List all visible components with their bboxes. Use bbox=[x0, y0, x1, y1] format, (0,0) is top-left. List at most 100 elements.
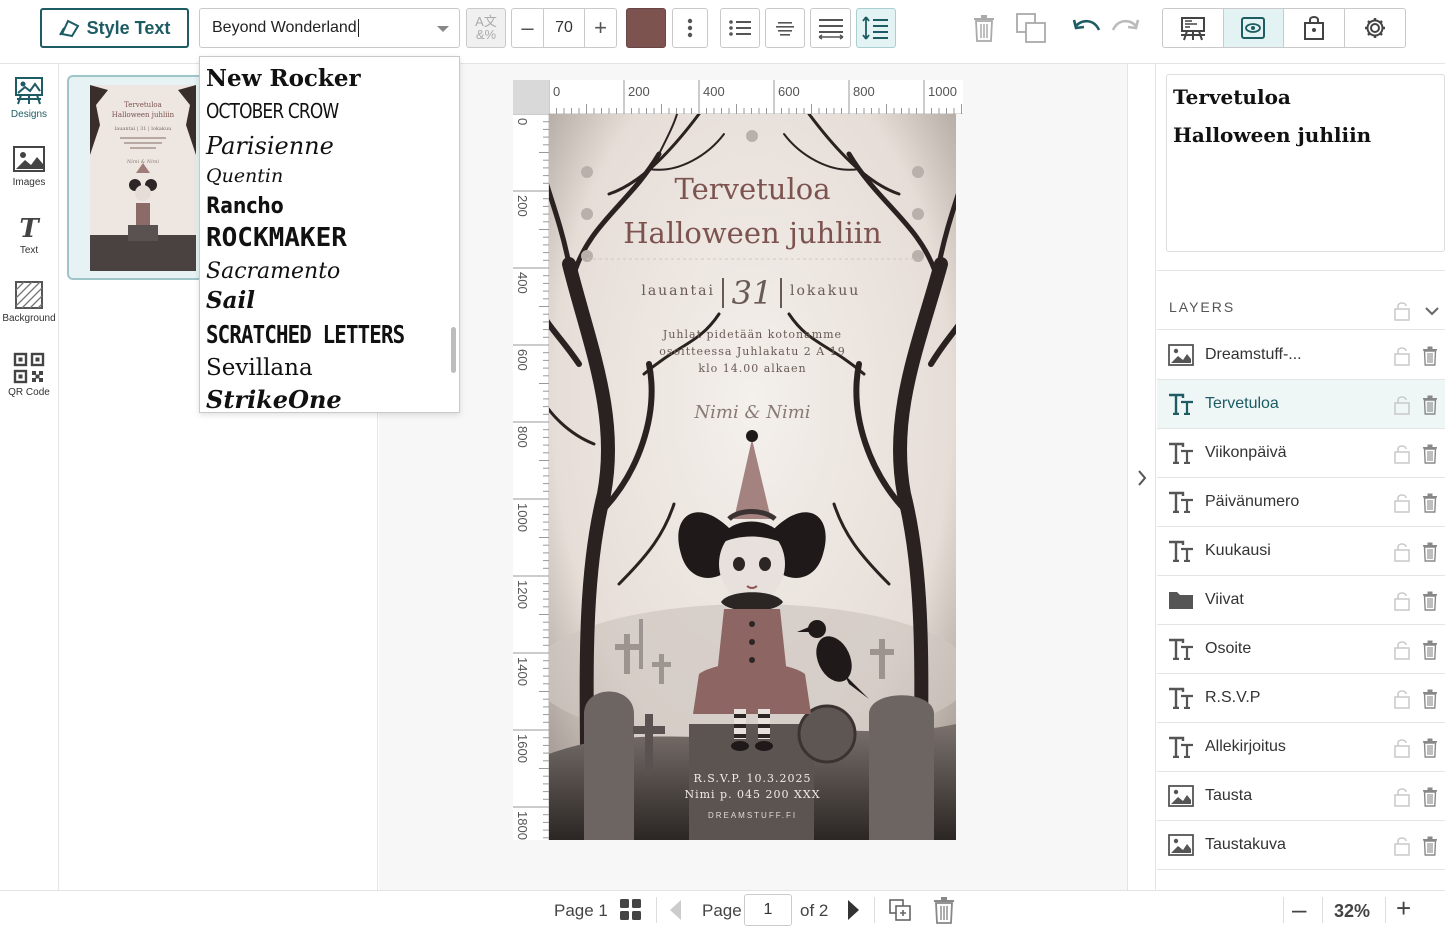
layer-row[interactable]: Taustakuva bbox=[1157, 821, 1445, 870]
trash-icon[interactable] bbox=[1422, 591, 1438, 611]
nav-background[interactable]: Background bbox=[0, 280, 58, 324]
zoom-in-button[interactable]: + bbox=[1396, 893, 1411, 924]
trash-icon[interactable] bbox=[1422, 787, 1438, 807]
font-size-increase-button[interactable]: + bbox=[585, 9, 616, 47]
layer-row[interactable]: Osoite bbox=[1157, 625, 1445, 674]
design-title-line1[interactable]: Tervetuloa bbox=[549, 172, 956, 206]
font-option-sacramento[interactable]: Sacramento bbox=[206, 259, 340, 284]
more-options-button[interactable] bbox=[672, 8, 708, 48]
trash-icon[interactable] bbox=[1422, 738, 1438, 758]
text-transform-button[interactable]: A文 &% bbox=[466, 8, 506, 48]
page-number-input[interactable]: 1 bbox=[744, 894, 792, 926]
trash-icon[interactable] bbox=[1422, 836, 1438, 856]
font-size-value[interactable]: 70 bbox=[543, 9, 585, 47]
lock-icon[interactable] bbox=[1393, 346, 1411, 366]
font-size-decrease-button[interactable]: – bbox=[512, 9, 543, 47]
lock-icon[interactable] bbox=[1393, 444, 1411, 464]
preview-button[interactable] bbox=[1163, 9, 1224, 47]
lock-icon[interactable] bbox=[1393, 493, 1411, 513]
trash-icon[interactable] bbox=[1422, 395, 1438, 415]
font-option-rancho[interactable]: Rancho bbox=[206, 194, 284, 219]
font-dropdown-list[interactable]: New Rocker OCTOBER CROW Parisienne Quent… bbox=[199, 56, 460, 413]
style-text-button[interactable]: Style Text bbox=[40, 8, 189, 48]
line-height-button[interactable] bbox=[856, 8, 896, 48]
design-day-number[interactable]: 31 bbox=[729, 274, 775, 312]
text-color-swatch[interactable] bbox=[626, 8, 666, 48]
delete-button[interactable] bbox=[972, 14, 996, 42]
trash-icon[interactable] bbox=[1422, 542, 1438, 562]
design-month[interactable]: lokakuu bbox=[790, 283, 890, 299]
font-family-select[interactable]: Beyond Wonderland bbox=[199, 8, 460, 48]
nav-qr-code[interactable]: QR Code bbox=[0, 352, 58, 398]
layer-row[interactable]: Kuukausi bbox=[1157, 527, 1445, 576]
chevron-down-icon[interactable] bbox=[1425, 306, 1439, 316]
design-address-line1[interactable]: Juhlat pidetään kotonamme bbox=[549, 328, 956, 341]
lock-icon[interactable] bbox=[1393, 787, 1411, 807]
font-option-parisienne[interactable]: Parisienne bbox=[206, 132, 334, 160]
zoom-out-button[interactable]: – bbox=[1292, 894, 1306, 925]
font-size-stepper[interactable]: – 70 + bbox=[511, 8, 617, 48]
design-rsvp-line1[interactable]: R.S.V.P. 10.3.2025 bbox=[549, 772, 956, 785]
previous-page-button[interactable] bbox=[668, 899, 682, 921]
delete-page-button[interactable] bbox=[933, 896, 955, 924]
font-option-rockmaker[interactable]: ROCKMAKER bbox=[206, 223, 347, 253]
list-button[interactable] bbox=[720, 8, 760, 48]
font-option-october-crow[interactable]: OCTOBER CROW bbox=[206, 99, 339, 123]
design-signature[interactable]: Nimi & Nimi bbox=[549, 402, 956, 423]
layer-row[interactable]: R.S.V.P bbox=[1157, 674, 1445, 723]
lock-icon[interactable] bbox=[1393, 395, 1411, 415]
duplicate-button[interactable] bbox=[1015, 12, 1047, 44]
design-brand[interactable]: DREAMSTUFF.FI bbox=[549, 811, 956, 820]
font-option-sail[interactable]: Sail bbox=[206, 287, 255, 314]
font-option-quentin[interactable]: Quentin bbox=[206, 165, 283, 187]
redo-button[interactable] bbox=[1110, 16, 1140, 40]
nav-designs[interactable]: Designs bbox=[0, 74, 58, 120]
layer-row[interactable]: Tervetuloa bbox=[1157, 380, 1445, 429]
next-page-button[interactable] bbox=[847, 899, 861, 921]
layer-row[interactable]: Allekirjoitus bbox=[1157, 723, 1445, 772]
text-preview-box[interactable]: Tervetuloa Halloween juhliin bbox=[1166, 74, 1445, 252]
lock-icon[interactable] bbox=[1393, 836, 1411, 856]
font-option-strikeone[interactable]: StrikeOne bbox=[206, 385, 342, 412]
top-toolbar: Style Text Beyond Wonderland A文 &% – 70 + bbox=[0, 0, 1445, 64]
shopping-bag-button[interactable] bbox=[1284, 9, 1345, 47]
trash-icon[interactable] bbox=[1422, 640, 1438, 660]
lock-icon[interactable] bbox=[1393, 591, 1411, 611]
design-title-line2[interactable]: Halloween juhliin bbox=[549, 216, 956, 250]
nav-images[interactable]: Images bbox=[0, 144, 58, 188]
design-canvas[interactable]: Tervetuloa Halloween juhliin lauantai 31… bbox=[549, 114, 956, 840]
bottom-bar: Page 1 Page 1 of 2 – 32% + bbox=[0, 890, 1445, 928]
layer-row[interactable]: Dreamstuff-... bbox=[1157, 331, 1445, 380]
undo-button[interactable] bbox=[1072, 16, 1102, 40]
nav-text[interactable]: T Text bbox=[0, 216, 58, 256]
trash-icon[interactable] bbox=[1422, 689, 1438, 709]
design-address-line2[interactable]: osoitteessa Juhlakatu 2 A 19 bbox=[549, 345, 956, 358]
settings-button[interactable] bbox=[1345, 9, 1406, 47]
design-address-line3[interactable]: klo 14.00 alkaen bbox=[549, 362, 956, 375]
ruler-label: 1000 bbox=[928, 84, 957, 99]
lock-icon[interactable] bbox=[1393, 738, 1411, 758]
layer-row[interactable]: Tausta bbox=[1157, 772, 1445, 821]
lock-icon[interactable] bbox=[1393, 542, 1411, 562]
visibility-button[interactable] bbox=[1223, 9, 1284, 47]
panel-collapse-handle[interactable] bbox=[1127, 64, 1156, 890]
font-list-scrollbar[interactable] bbox=[451, 327, 456, 373]
grid-view-icon[interactable] bbox=[620, 899, 642, 921]
layer-row[interactable]: Päivänumero bbox=[1157, 478, 1445, 527]
trash-icon[interactable] bbox=[1422, 346, 1438, 366]
font-option-scratched-letters[interactable]: SCRATCHED LETTERS bbox=[206, 320, 405, 349]
lock-icon[interactable] bbox=[1393, 640, 1411, 660]
page-thumbnail[interactable]: Tervetuloa Halloween juhliin lauantai | … bbox=[67, 75, 207, 280]
font-option-sevillana[interactable]: Sevillana bbox=[206, 355, 313, 381]
design-weekday[interactable]: lauantai bbox=[633, 283, 715, 299]
layer-row[interactable]: Viikonpäivä bbox=[1157, 429, 1445, 478]
duplicate-page-button[interactable] bbox=[888, 898, 912, 922]
layer-row[interactable]: Viivat bbox=[1157, 576, 1445, 625]
letter-spacing-button[interactable] bbox=[810, 8, 851, 48]
font-option-new-rocker[interactable]: New Rocker bbox=[206, 65, 361, 92]
design-rsvp-line2[interactable]: Nimi p. 045 200 XXX bbox=[549, 788, 956, 801]
trash-icon[interactable] bbox=[1422, 444, 1438, 464]
lock-icon[interactable] bbox=[1393, 689, 1411, 709]
align-center-button[interactable] bbox=[765, 8, 805, 48]
trash-icon[interactable] bbox=[1422, 493, 1438, 513]
